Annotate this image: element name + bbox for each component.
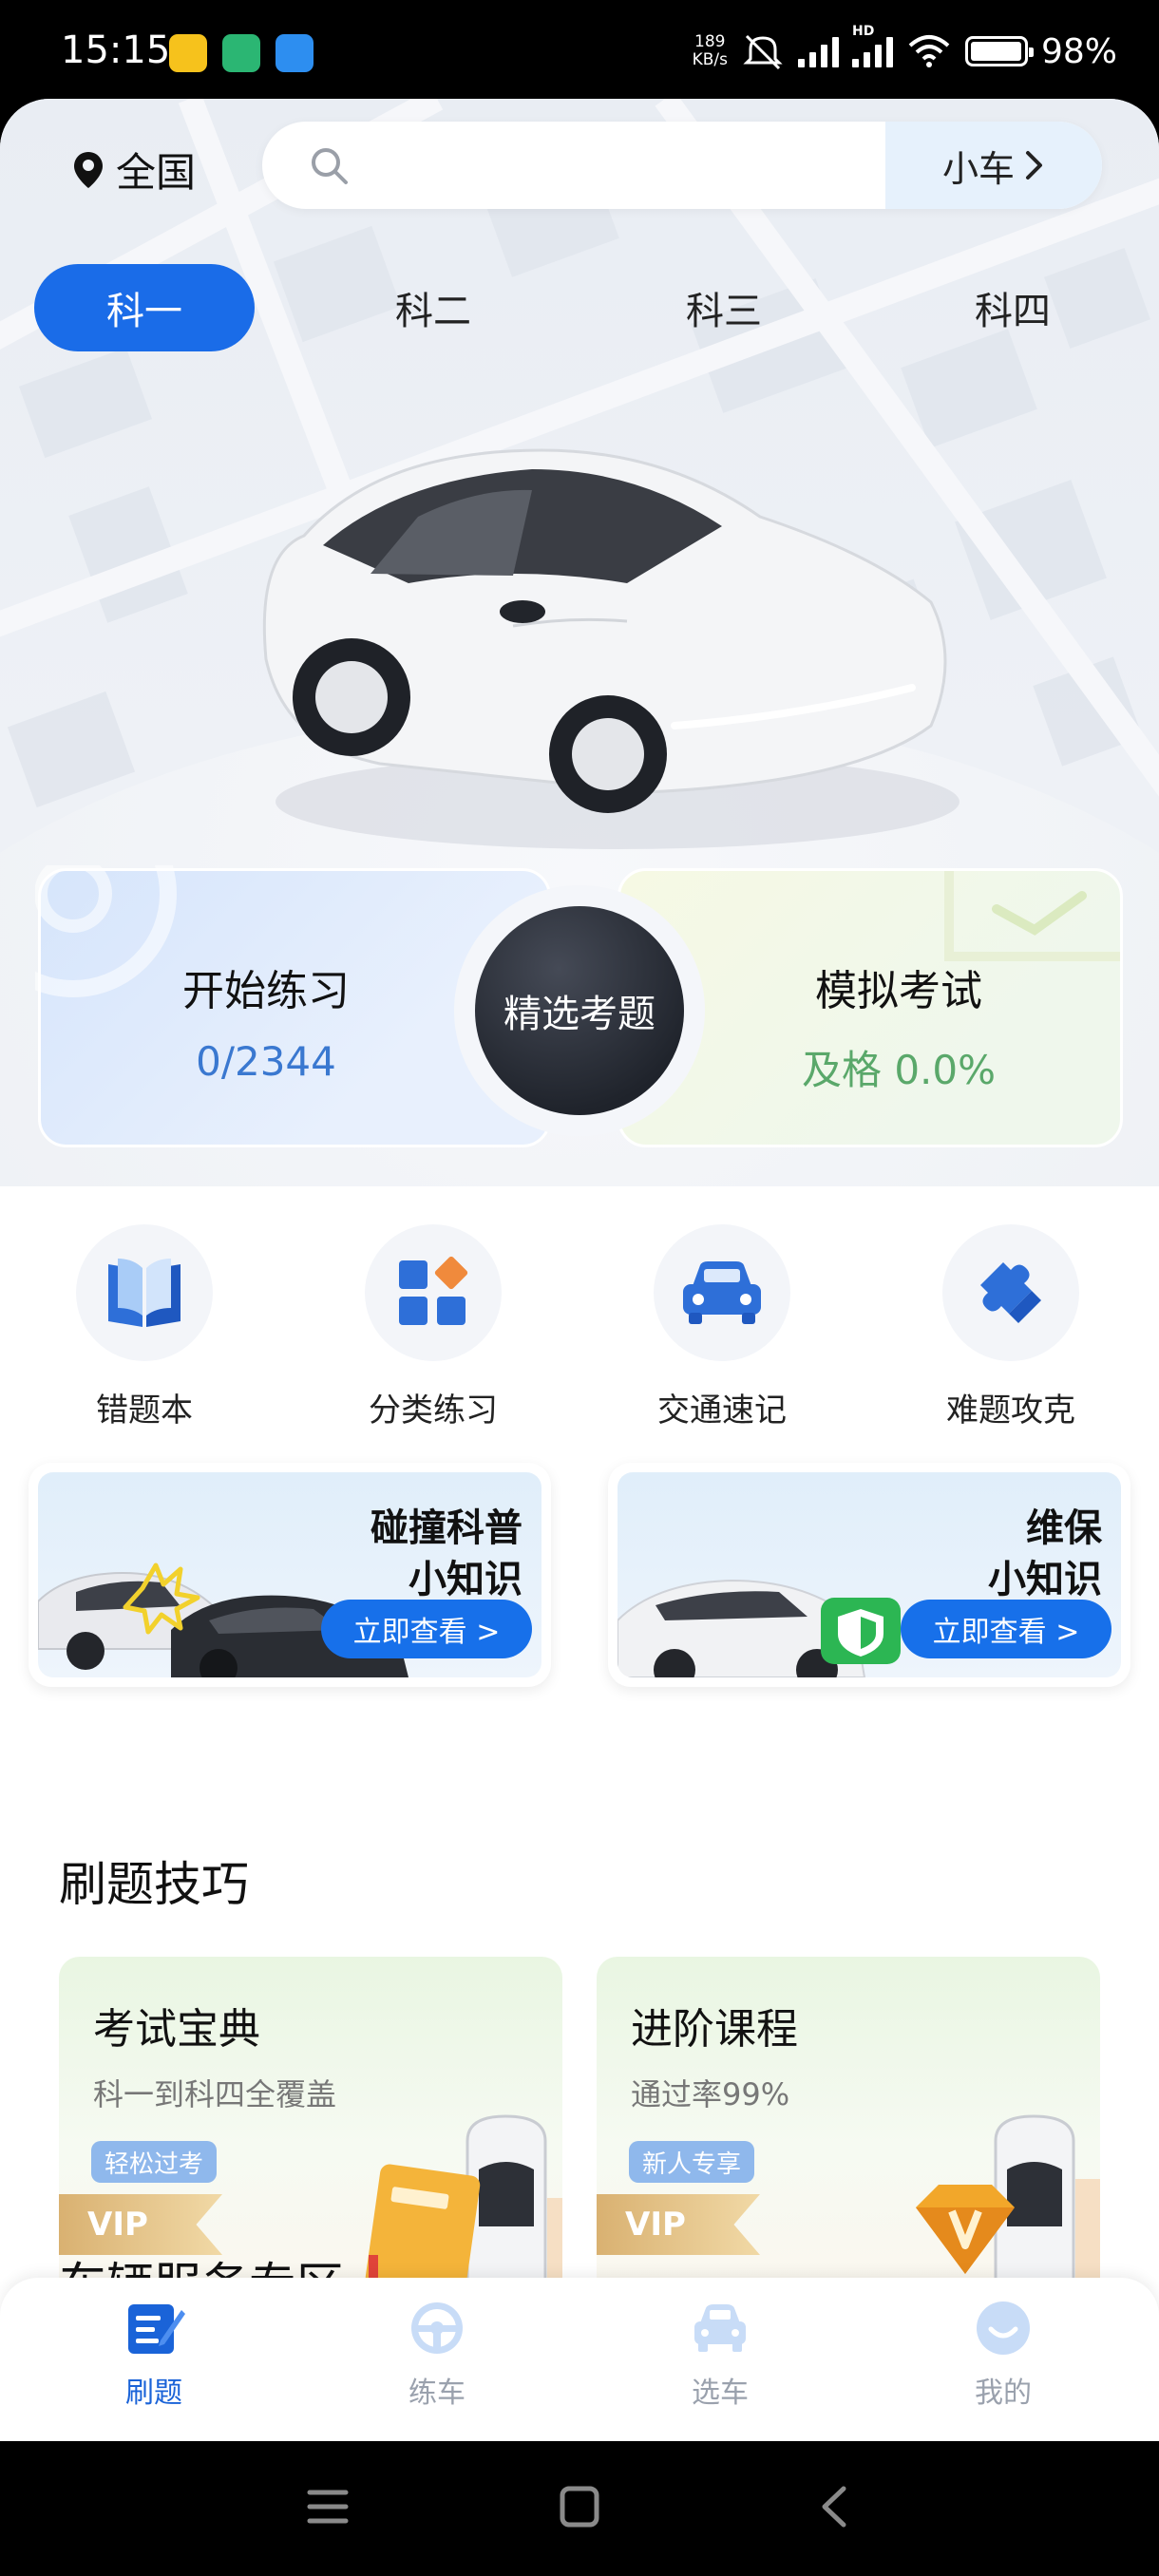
maintenance-knowledge-banner[interactable]: 维保 小知识 立即查看 > [608,1463,1130,1687]
tab-subject-1[interactable]: 科一 [34,264,255,351]
tab-subject-3[interactable]: 科三 [614,264,834,351]
search-icon [312,148,348,184]
battery-percent: 98% [1040,31,1117,71]
book-icon [108,1259,180,1327]
status-indicators: 189 KB/s HD 98% [692,24,1117,72]
car-front-icon [683,1261,761,1324]
tip-card-subtitle: 科一到科四全覆盖 [93,2076,337,2112]
search-input[interactable] [367,137,842,194]
location-label: 全国 [116,149,197,196]
nav-label: 我的 [975,2377,1032,2410]
subject-tabs: 科一 科二 科三 科四 [34,264,1125,351]
nav-exercise[interactable]: 刷题 [59,2297,249,2411]
view-now-button[interactable]: 立即查看 > [321,1600,532,1658]
bottom-navigation: 刷题 练车 选车 我的 [0,2278,1159,2441]
collision-knowledge-banner[interactable]: 碰撞科普 小知识 立即查看 > [28,1463,551,1687]
location-pin-icon [74,151,103,188]
view-now-button[interactable]: 立即查看 > [901,1600,1112,1658]
category-icon [399,1256,468,1325]
home-icon[interactable] [559,2485,600,2529]
battery-icon [964,36,1034,66]
tip-card-title: 进阶课程 [631,2005,798,2054]
back-icon[interactable] [815,2483,853,2530]
quick-entry-label: 难题攻克 [946,1392,1075,1430]
nav-driving-practice[interactable]: 练车 [342,2297,532,2411]
nav-label: 刷题 [125,2377,182,2410]
net-speed: 189 KB/s [692,32,728,69]
tip-card-title: 考试宝典 [93,2005,260,2054]
tip-card-badge: 轻松过考 [91,2141,218,2183]
banner-subtitle: 小知识 [988,1558,1102,1601]
status-time: 15:15 [61,28,171,72]
signal-icon [797,35,839,67]
car-type-label: 小车 [941,147,1015,190]
advanced-course-card[interactable]: 进阶课程 通过率99% 新人专享 VIP [597,1957,1100,2302]
menu-icon[interactable] [306,2485,350,2529]
banner-subtitle: 小知识 [408,1558,522,1601]
gem-car-illustration [916,2114,1100,2302]
vip-badge: VIP [597,2194,760,2255]
car-type-selector[interactable]: 小车 [885,122,1102,209]
handbook-car-illustration [365,2114,562,2302]
nav-profile[interactable]: 我的 [908,2297,1098,2411]
tip-card-badge: 新人专享 [629,2141,755,2183]
vip-badge: VIP [59,2194,222,2255]
status-bar: 15:15 189 KB/s HD 98% [0,0,1159,99]
banner-title: 维保 [1026,1506,1102,1550]
maintenance-car-illustration [618,1579,901,1677]
quick-entry-hard-questions[interactable]: 难题攻克 [916,1224,1106,1430]
puzzle-icon [980,1262,1041,1323]
quick-entry-label: 错题本 [96,1392,193,1430]
wifi-icon [908,35,950,67]
nav-label: 练车 [408,2377,466,2410]
tab-subject-4[interactable]: 科四 [902,264,1123,351]
tab-subject-2[interactable]: 科二 [323,264,543,351]
exercise-icon [128,2304,185,2354]
nav-label: 选车 [692,2377,749,2410]
quick-entry-label: 分类练习 [369,1392,498,1430]
chevron-right-icon [1026,151,1042,180]
browser-notification-icon [276,34,314,72]
banner-title: 碰撞科普 [370,1506,522,1550]
nav-choose-car[interactable]: 选车 [625,2297,815,2411]
app-notification-icon [169,34,207,72]
location-selector[interactable]: 全国 [72,141,196,199]
steering-wheel-icon [411,2302,463,2354]
tips-section-title: 刷题技巧 [59,1857,249,1912]
quick-entry-wrong-questions[interactable]: 错题本 [49,1224,239,1430]
tip-card-subtitle: 通过率99% [631,2076,790,2112]
system-navigation-bar [0,2441,1159,2576]
quick-entry-traffic-notes[interactable]: 交通速记 [627,1224,817,1430]
app-screen: 全国 小车 科一 科二 科三 科四 开始练习 0/2344 模拟考试 及格 0.… [0,99,1159,2441]
profile-icon [977,2301,1030,2355]
hero-car-illustration [262,448,960,849]
mute-icon [743,34,783,70]
quick-entry-category-practice[interactable]: 分类练习 [338,1224,528,1430]
app-notification-icon-2 [222,34,260,72]
quick-entry-label: 交通速记 [657,1392,787,1430]
search-bar[interactable]: 小车 [262,122,1102,209]
signal-hd-icon: HD [851,24,893,67]
car-icon [694,2304,746,2352]
featured-questions-button[interactable]: 精选考题 [475,906,684,1115]
